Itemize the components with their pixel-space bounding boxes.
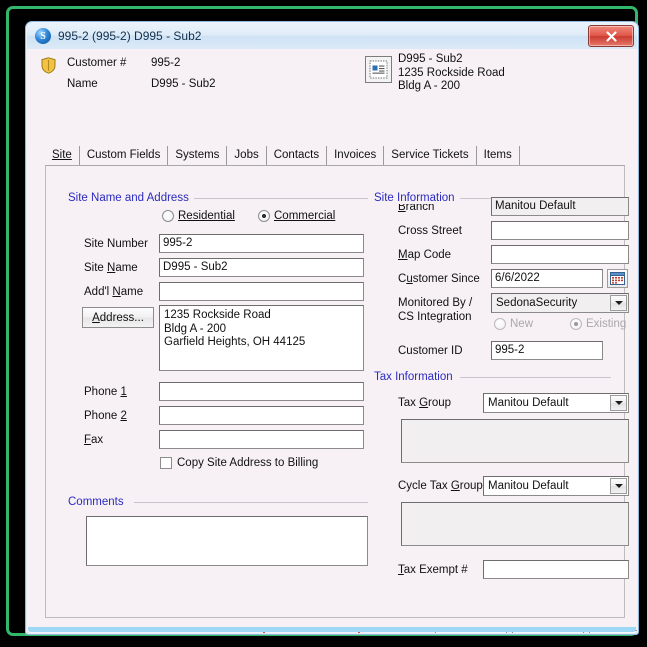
map-code-input[interactable] — [491, 245, 629, 264]
customer-name-value: D995 - Sub2 — [151, 78, 216, 90]
radio-commercial-label: Commercial — [274, 210, 336, 222]
window-title: 995-2 (995-2) D995 - Sub2 — [58, 29, 202, 43]
copy-site-address-label: Copy Site Address to Billing — [177, 457, 319, 469]
site-name-label: Site Name — [84, 262, 138, 274]
screenshot-highlight-frame: S 995-2 (995-2) D995 - Sub2 Customer # 9… — [6, 6, 639, 636]
tab-items[interactable]: Items — [477, 146, 520, 165]
tab-service-tickets[interactable]: Service Tickets — [384, 146, 477, 165]
close-icon — [605, 30, 617, 42]
calendar-picker-button[interactable] — [607, 269, 628, 288]
customer-number-value: 995-2 — [151, 57, 181, 69]
sedona-s-icon: S — [35, 28, 51, 44]
cycle-tax-group-combo[interactable]: Manitou Default — [483, 476, 629, 496]
phone2-label: Phone 2 — [84, 410, 127, 422]
comments-textarea[interactable] — [86, 516, 368, 566]
window-bottom-strip — [28, 627, 636, 632]
monitored-by-label: Monitored By / — [398, 297, 473, 309]
addl-name-label: Add'l Name — [84, 286, 144, 298]
customer-since-input[interactable]: 6/6/2022 — [491, 269, 603, 288]
radio-dot-icon — [162, 210, 174, 222]
site-summary-line-1: D995 - Sub2 — [398, 53, 463, 65]
chevron-down-icon[interactable] — [610, 395, 627, 411]
radio-dot-icon — [494, 318, 506, 330]
group-rule — [460, 377, 611, 378]
radio-residential[interactable]: Residential — [162, 210, 235, 222]
site-summary-line-2: 1235 Rockside Road — [398, 66, 505, 79]
tax-group-detail-box — [401, 419, 629, 463]
radio-dot-icon — [570, 318, 582, 330]
site-tab-panel: Site Name and Address Residential Commer… — [45, 166, 629, 618]
radio-new-label: New — [510, 318, 534, 330]
cs-integration-label: CS Integration — [398, 311, 472, 323]
radio-dot-icon — [258, 210, 270, 222]
customer-id-input[interactable]: 995-2 — [491, 341, 603, 360]
tax-exempt-input[interactable] — [483, 560, 629, 579]
radio-new[interactable]: New — [494, 318, 533, 330]
fax-label: Fax — [84, 434, 104, 446]
chevron-down-icon[interactable] — [610, 478, 627, 494]
tab-custom-fields[interactable]: Custom Fields — [80, 146, 169, 165]
site-summary-line-3: Bldg A - 200 — [398, 80, 461, 92]
customer-since-label: Customer Since — [398, 273, 480, 285]
window-client-area: Customer # 995-2 Name D995 - Sub2 D995 -… — [27, 49, 637, 633]
cycle-tax-group-detail-box — [401, 502, 629, 546]
comments-group-title: Comments — [68, 496, 129, 508]
fax-input[interactable] — [159, 430, 364, 449]
radio-existing-label: Existing — [586, 318, 627, 330]
phone2-input[interactable] — [159, 406, 364, 425]
tab-invoices[interactable]: Invoices — [327, 146, 385, 165]
addl-name-input[interactable] — [159, 282, 364, 301]
phone1-label: Phone 1 — [84, 386, 127, 398]
monitored-by-combo[interactable]: SedonaSecurity — [491, 293, 629, 313]
site-name-address-group-title: Site Name and Address — [68, 192, 194, 204]
site-card-icon — [365, 56, 392, 83]
radio-residential-label: Residential — [178, 210, 235, 222]
calendar-icon — [610, 272, 625, 285]
site-edit-window: S 995-2 (995-2) D995 - Sub2 Customer # 9… — [25, 21, 639, 635]
site-name-input[interactable]: D995 - Sub2 — [159, 258, 364, 277]
cycle-tax-group-label: Cycle Tax Group — [398, 480, 483, 492]
customer-header: Customer # 995-2 Name D995 - Sub2 D995 -… — [27, 49, 637, 106]
site-information-group-title: Site Information — [374, 192, 460, 204]
site-summary-block: D995 - Sub2 1235 Rockside Road Bldg A - … — [398, 53, 505, 94]
map-code-label: Map Code — [398, 249, 452, 261]
copy-site-address-checkbox[interactable]: Copy Site Address to Billing — [160, 457, 318, 469]
window-titlebar: S 995-2 (995-2) D995 - Sub2 — [27, 23, 637, 49]
radio-commercial[interactable]: Commercial — [258, 210, 335, 222]
group-rule — [134, 502, 368, 503]
customer-name-label: Name — [67, 78, 98, 90]
close-window-button[interactable] — [588, 25, 634, 47]
phone1-input[interactable] — [159, 382, 364, 401]
site-number-label: Site Number — [84, 238, 148, 250]
monitored-by-value: SedonaSecurity — [496, 297, 578, 309]
checkbox-icon — [160, 457, 172, 469]
tax-exempt-label: Tax Exempt # — [398, 564, 468, 576]
tax-group-combo[interactable]: Manitou Default — [483, 393, 629, 413]
tab-systems[interactable]: Systems — [168, 146, 228, 165]
tax-group-value: Manitou Default — [488, 397, 569, 409]
tab-contacts[interactable]: Contacts — [267, 146, 328, 165]
address-button[interactable]: Address... — [82, 307, 154, 328]
cross-street-input[interactable] — [491, 221, 629, 240]
group-rule — [186, 198, 368, 199]
tab-strip: Site Custom Fields Systems Jobs Contacts… — [45, 145, 625, 166]
chevron-down-icon[interactable] — [610, 295, 627, 311]
tax-information-group-title: Tax Information — [374, 371, 458, 383]
radio-existing[interactable]: Existing — [570, 318, 626, 330]
site-number-input[interactable]: 995-2 — [159, 234, 364, 253]
customer-id-label: Customer ID — [398, 345, 463, 357]
cross-street-label: Cross Street — [398, 225, 462, 237]
tab-jobs[interactable]: Jobs — [227, 146, 267, 165]
cycle-tax-group-value: Manitou Default — [488, 480, 569, 492]
tab-site[interactable]: Site — [45, 146, 80, 165]
tax-group-label: Tax Group — [398, 397, 452, 409]
branch-input[interactable]: Manitou Default — [491, 197, 629, 216]
address-textarea[interactable]: 1235 Rockside Road Bldg A - 200 Garfield… — [159, 305, 364, 371]
customer-number-label: Customer # — [67, 57, 127, 69]
shield-icon — [41, 57, 56, 74]
